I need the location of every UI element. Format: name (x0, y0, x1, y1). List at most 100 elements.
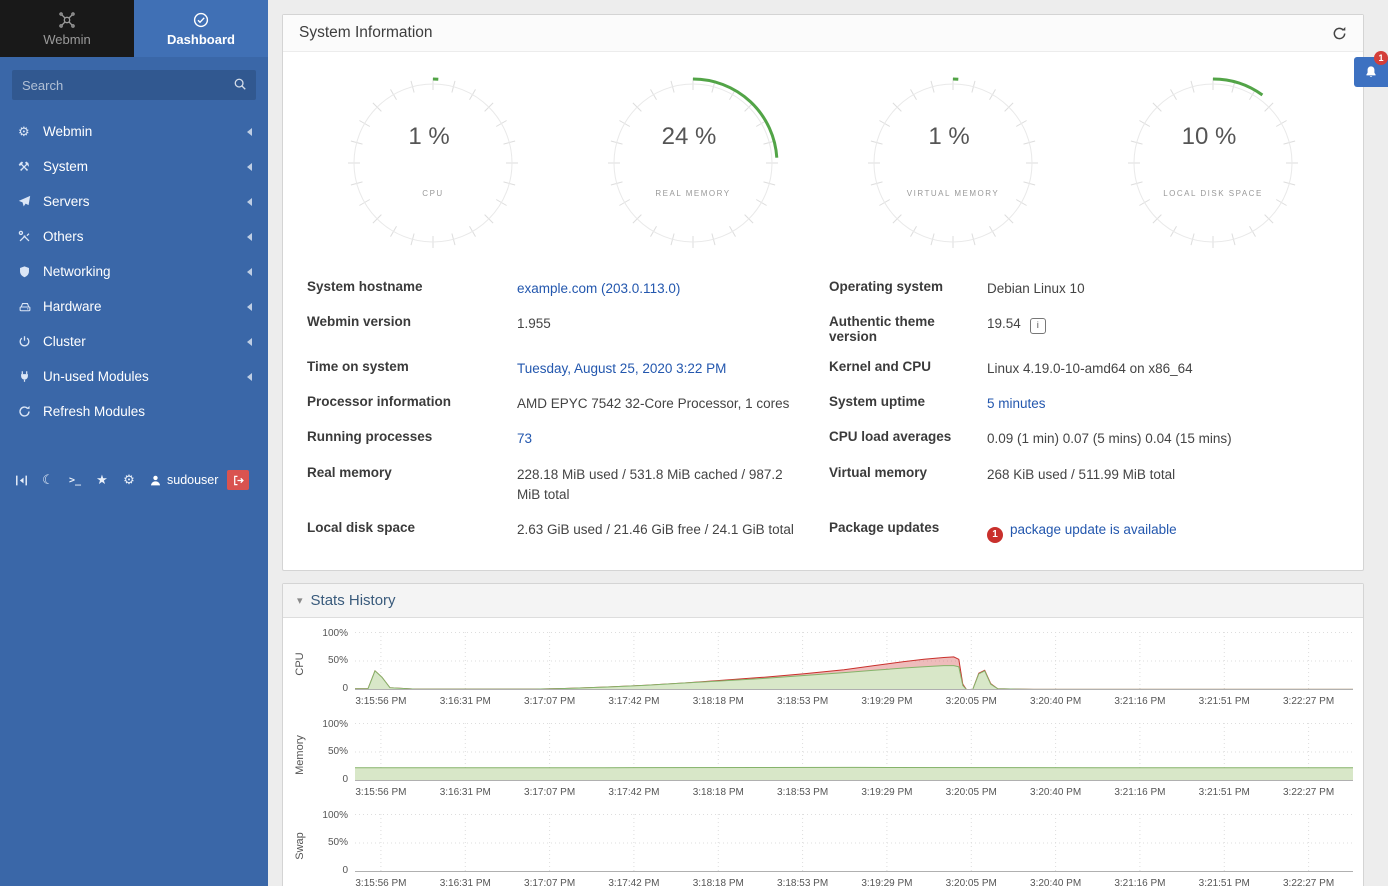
info-row: Processor informationAMD EPYC 7542 32-Co… (307, 387, 1339, 422)
info-value-cell: 228.18 MiB used / 531.8 MiB cached / 987… (517, 465, 829, 506)
chevron-left-icon (243, 373, 252, 381)
info-value-link[interactable]: Tuesday, August 25, 2020 3:22 PM (517, 361, 726, 376)
info-value-cell: 2.63 GiB used / 21.46 GiB free / 24.1 Gi… (517, 520, 829, 540)
gauge-real-memory: 24 %REAL MEMORY (598, 68, 788, 261)
chart-swap: Swap100%50%03:15:56 PM3:16:31 PM3:17:07 … (291, 814, 1351, 886)
info-value-cell: Debian Linux 10 (987, 279, 1339, 299)
night-mode-icon[interactable]: ☾ (37, 469, 59, 491)
gauges-row: 1 %CPU24 %REAL MEMORY1 %VIRTUAL MEMORY10… (283, 52, 1363, 265)
x-axis-labels: 3:15:56 PM3:16:31 PM3:17:07 PM3:17:42 PM… (355, 784, 1353, 800)
sidebar-item-refresh-modules[interactable]: Refresh Modules (0, 394, 268, 429)
info-value: 19.54 (987, 316, 1021, 331)
info-label: Time on system (307, 359, 517, 374)
info-value: Linux 4.19.0-10-amd64 on x86_64 (987, 361, 1193, 376)
y-axis: 100%50%0 (309, 632, 355, 690)
info-value-link[interactable]: package update is available (1010, 522, 1177, 537)
logout-button[interactable] (227, 470, 249, 490)
sidebar-item-webmin[interactable]: ⚙Webmin (0, 114, 268, 149)
sidebar-item-system[interactable]: ⚒System (0, 149, 268, 184)
sidebar-item-hardware[interactable]: Hardware (0, 289, 268, 324)
sidebar-item-cluster[interactable]: Cluster (0, 324, 268, 359)
info-value-link[interactable]: 5 minutes (987, 396, 1046, 411)
x-tick-label: 3:21:51 PM (1199, 878, 1250, 886)
x-tick-label: 3:21:16 PM (1114, 878, 1165, 886)
y-tick-label: 100% (322, 810, 348, 821)
search-input[interactable] (12, 70, 256, 100)
sidebar-item-label: Cluster (43, 334, 243, 349)
tab-dashboard-label: Dashboard (167, 32, 235, 47)
sidebar-bottom-bar: ☾ >_ ★ ⚙ sudouser (0, 469, 268, 491)
refresh-page-button[interactable] (1332, 26, 1347, 41)
search-icon[interactable] (233, 77, 247, 94)
main-content: System Information 1 %CPU24 %REAL MEMORY… (268, 0, 1388, 886)
panel-toggle-icon[interactable] (10, 469, 32, 491)
stats-history-header[interactable]: ▾ Stats History (283, 584, 1363, 618)
theme-config-icon[interactable]: ⚙ (118, 469, 140, 491)
info-value: 268 KiB used / 511.99 MiB total (987, 467, 1175, 482)
theme-version-info-badge[interactable]: i (1030, 318, 1046, 334)
sidebar-item-label: Servers (43, 194, 243, 209)
info-value: Debian Linux 10 (987, 281, 1085, 296)
info-label: Real memory (307, 465, 517, 480)
stats-history-panel: ▾ Stats History CPU100%50%03:15:56 PM3:1… (282, 583, 1364, 886)
y-tick-label: 0 (342, 774, 348, 785)
sidebar-search (12, 70, 256, 100)
sidebar-item-label: Hardware (43, 299, 243, 314)
tab-webmin[interactable]: Webmin (0, 0, 134, 57)
stats-history-title: Stats History (311, 592, 396, 609)
info-value-link[interactable]: example.com (203.0.113.0) (517, 281, 680, 296)
sidebar-item-label: System (43, 159, 243, 174)
wrench-icon: ⚒ (18, 159, 43, 175)
svg-text:1 %: 1 % (408, 123, 449, 150)
sidebar-item-networking[interactable]: Networking (0, 254, 268, 289)
svg-text:10 %: 10 % (1182, 123, 1237, 150)
y-tick-label: 0 (342, 683, 348, 694)
refresh-icon (18, 405, 43, 418)
y-tick-label: 100% (322, 719, 348, 730)
x-tick-label: 3:20:05 PM (946, 878, 997, 886)
info-value-link[interactable]: 73 (517, 431, 532, 446)
x-tick-label: 3:18:53 PM (777, 878, 828, 886)
sidebar-menu: ⚙Webmin⚒SystemServersOthersNetworkingHar… (0, 114, 268, 394)
y-axis: 100%50%0 (309, 814, 355, 872)
chart-cpu: CPU100%50%03:15:56 PM3:16:31 PM3:17:07 P… (291, 632, 1351, 709)
x-tick-label: 3:17:42 PM (608, 696, 659, 707)
gauge-local-disk-space: 10 %LOCAL DISK SPACE (1118, 68, 1308, 261)
x-tick-label: 3:17:07 PM (524, 878, 575, 886)
plot-area: 3:15:56 PM3:16:31 PM3:17:07 PM3:17:42 PM… (355, 723, 1353, 800)
plot-area: 3:15:56 PM3:16:31 PM3:17:07 PM3:17:42 PM… (355, 632, 1353, 709)
sidebar-item-servers[interactable]: Servers (0, 184, 268, 219)
x-tick-label: 3:15:56 PM (355, 878, 406, 886)
favorites-icon[interactable]: ★ (91, 469, 113, 491)
tab-dashboard[interactable]: Dashboard (134, 0, 268, 57)
x-axis-labels: 3:15:56 PM3:16:31 PM3:17:07 PM3:17:42 PM… (355, 875, 1353, 886)
sidebar-tabs: Webmin Dashboard (0, 0, 268, 57)
info-label: Kernel and CPU (829, 359, 987, 374)
x-tick-label: 3:20:05 PM (946, 787, 997, 798)
current-user-button[interactable]: sudouser (145, 473, 222, 487)
notifications-button[interactable]: 1 (1354, 57, 1388, 87)
sidebar-item-un-used-modules[interactable]: Un-used Modules (0, 359, 268, 394)
sidebar-item-others[interactable]: Others (0, 219, 268, 254)
x-tick-label: 3:21:51 PM (1199, 787, 1250, 798)
info-value-cell: 268 KiB used / 511.99 MiB total (987, 465, 1339, 485)
chevron-left-icon (243, 198, 252, 206)
x-tick-label: 3:20:40 PM (1030, 696, 1081, 707)
y-tick-label: 0 (342, 865, 348, 876)
system-info-table: System hostnameexample.com (203.0.113.0)… (283, 265, 1363, 570)
y-tick-label: 100% (322, 628, 348, 639)
sidebar-item-label: Un-used Modules (43, 369, 243, 384)
sidebar: Webmin Dashboard ⚙Webmin⚒SystemServersOt… (0, 0, 268, 886)
terminal-icon[interactable]: >_ (64, 469, 86, 491)
update-count-badge: 1 (987, 527, 1003, 543)
info-value-cell: 5 minutes (987, 394, 1339, 414)
info-row: Real memory228.18 MiB used / 531.8 MiB c… (307, 457, 1339, 513)
hard-drive-icon (18, 300, 43, 313)
y-tick-label: 50% (328, 837, 348, 848)
svg-text:REAL MEMORY: REAL MEMORY (655, 189, 730, 198)
x-tick-label: 3:22:27 PM (1283, 696, 1334, 707)
info-value: 228.18 MiB used / 531.8 MiB cached / 987… (517, 467, 783, 502)
info-row: Time on systemTuesday, August 25, 2020 3… (307, 351, 1339, 386)
bell-icon (1364, 65, 1378, 79)
chart-series-label: Memory (291, 723, 309, 800)
